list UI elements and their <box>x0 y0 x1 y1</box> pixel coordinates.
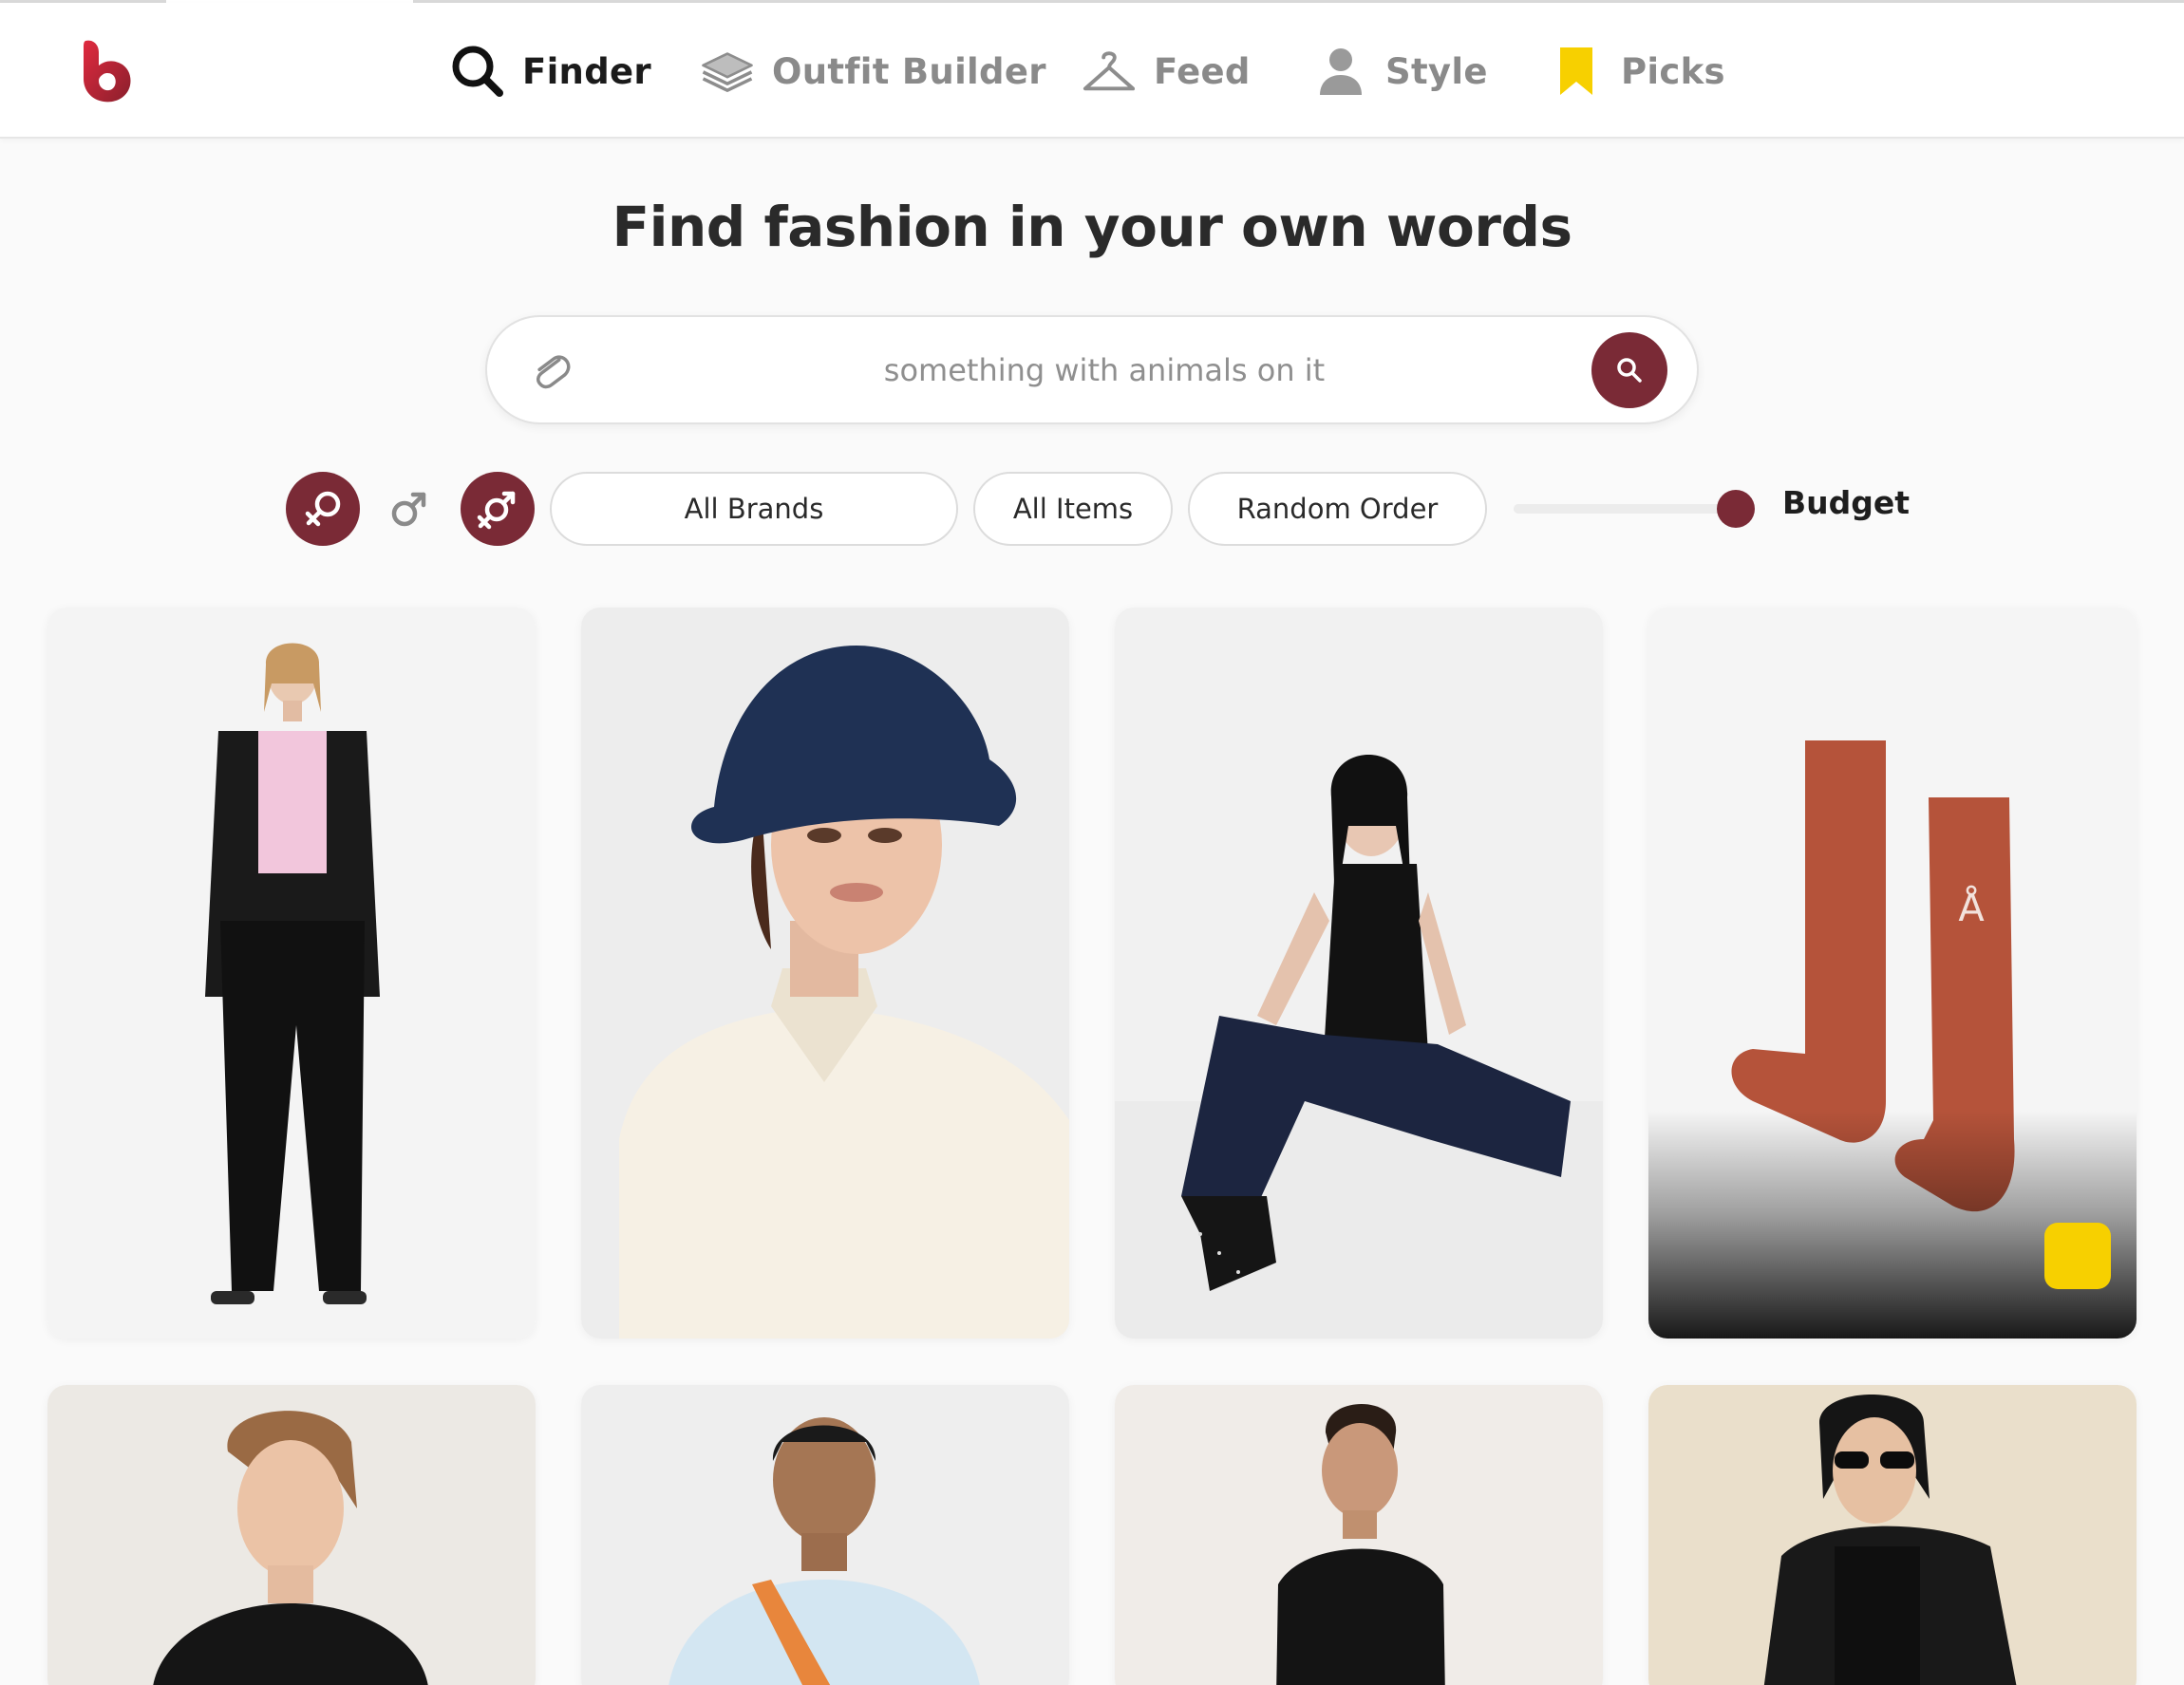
nav-outfit-builder[interactable]: Outfit Builder <box>700 43 1046 100</box>
nav-style[interactable]: Style <box>1313 43 1488 100</box>
nav-feed[interactable]: Feed <box>1082 43 1251 100</box>
product-image <box>581 1385 1069 1685</box>
female-symbol-icon <box>305 491 341 527</box>
search-icon <box>452 46 503 97</box>
product-image <box>1648 1385 2137 1685</box>
layers-icon <box>702 52 753 92</box>
budget-slider-track[interactable] <box>1514 504 1738 514</box>
search-icon <box>1617 358 1642 383</box>
hanger-icon <box>1083 51 1136 91</box>
svg-text:Å: Å <box>1958 885 1985 930</box>
items-dropdown[interactable]: All Items <box>973 472 1173 546</box>
nav-picks[interactable]: Picks <box>1549 43 1725 100</box>
male-symbol-icon <box>391 492 426 527</box>
product-image <box>581 608 1069 1339</box>
product-image <box>47 1385 536 1685</box>
filter-unisex-button[interactable] <box>461 472 535 546</box>
filter-female-button[interactable] <box>286 472 360 546</box>
main-nav: Finder Outfit Builder Feed Style Picks <box>0 3 2184 139</box>
search-submit-button[interactable] <box>1591 332 1667 408</box>
nav-finder-label: Finder <box>522 50 651 92</box>
product-image <box>47 608 536 1339</box>
bookmark-icon <box>2044 1223 2137 1289</box>
nav-outfit-builder-label: Outfit Builder <box>772 50 1046 92</box>
product-card[interactable] <box>47 608 536 1339</box>
unisex-symbol-icon <box>477 491 516 530</box>
budget-label: Budget <box>1782 484 1911 521</box>
brands-dropdown[interactable]: All Brands <box>550 472 958 546</box>
nav-picks-label: Picks <box>1621 50 1725 92</box>
product-card[interactable] <box>47 1385 536 1685</box>
page-title: Find fashion in your own words <box>612 195 1573 259</box>
budget-slider-fill <box>1514 504 1738 514</box>
person-icon <box>1320 48 1362 95</box>
product-card[interactable] <box>1648 1385 2137 1685</box>
nav-finder[interactable]: Finder <box>450 43 651 100</box>
product-image <box>1115 1385 1603 1685</box>
search-bar <box>485 315 1699 424</box>
product-card[interactable] <box>1115 608 1603 1339</box>
search-input[interactable] <box>601 336 1608 404</box>
bookmark-icon <box>1560 47 1592 95</box>
nav-feed-label: Feed <box>1154 50 1251 92</box>
product-card[interactable] <box>1115 1385 1603 1685</box>
filter-male-button[interactable] <box>372 472 446 546</box>
budget-slider-thumb[interactable] <box>1717 490 1755 528</box>
product-card[interactable] <box>581 1385 1069 1685</box>
product-card[interactable] <box>581 608 1069 1339</box>
product-card[interactable]: Å <box>1648 608 2137 1339</box>
paperclip-icon[interactable] <box>529 349 573 393</box>
nav-style-label: Style <box>1385 50 1488 92</box>
app-header: Finder Outfit Builder Feed Style Picks <box>0 3 2184 139</box>
order-dropdown[interactable]: Random Order <box>1188 472 1487 546</box>
product-image <box>1115 608 1603 1339</box>
save-to-picks-button[interactable] <box>2044 1223 2111 1289</box>
